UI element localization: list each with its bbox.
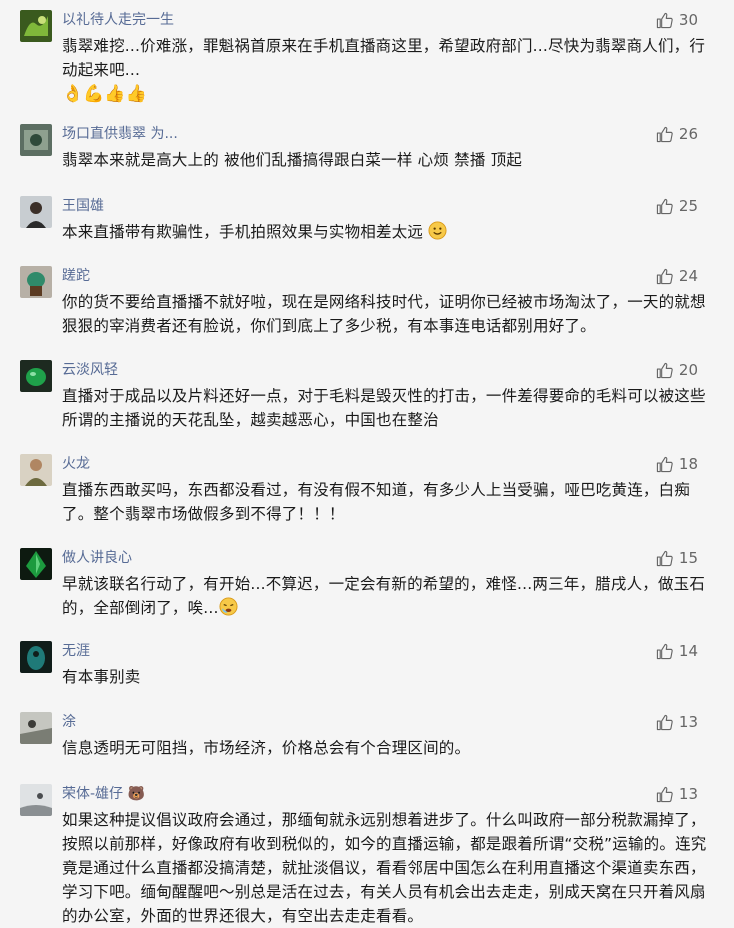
comment-emoji: 👌💪👍👍 <box>62 84 147 104</box>
avatar[interactable] <box>20 196 52 228</box>
like-count: 20 <box>678 361 698 379</box>
comment-text: 有本事别卖 <box>62 668 141 686</box>
comment-author[interactable]: 荣体-雄仔 🐻 <box>62 784 710 804</box>
comment-author[interactable]: 蹉跎 <box>62 266 710 286</box>
comment-text: 翡翠难挖...价难涨，罪魁祸首原来在手机直播商这里，希望政府部门...尽快为翡翠… <box>62 37 706 79</box>
avatar[interactable] <box>20 10 52 42</box>
thumbs-up-icon <box>656 12 673 28</box>
comment-author[interactable]: 无涯 <box>62 641 710 661</box>
like-button[interactable]: 25 <box>656 196 698 216</box>
like-button[interactable]: 30 <box>656 10 698 30</box>
thumbs-up-icon <box>656 198 673 214</box>
thumbs-up-icon <box>656 550 673 566</box>
like-count: 26 <box>678 125 698 143</box>
like-count: 24 <box>678 267 698 285</box>
avatar[interactable] <box>20 454 52 486</box>
comment-text: 翡翠本来就是高大上的 被他们乱播搞得跟白菜一样 心烦 禁播 顶起 <box>62 151 523 169</box>
comment-text: 如果这种提议倡议政府会通过，那缅甸就永远别想着进步了。什么叫政府一部分税款漏掉了… <box>62 811 707 925</box>
comment-item: 荣体-雄仔 🐻 如果这种提议倡议政府会通过，那缅甸就永远别想着进步了。什么叫政府… <box>0 784 734 928</box>
avatar[interactable] <box>20 712 52 744</box>
comment-item: 云淡风轻 直播对于成品以及片料还好一点，对于毛料是毁灭性的打击，一件差得要命的毛… <box>0 360 734 432</box>
thumbs-up-icon <box>656 643 673 659</box>
comment-author[interactable]: 做人讲良心 <box>62 548 710 568</box>
thumbs-up-icon <box>656 126 673 142</box>
comment-item: 涂 信息透明无可阻挡，市场经济，价格总会有个合理区间的。 <box>0 712 734 760</box>
thumbs-up-icon <box>656 268 673 284</box>
comment-text: 你的货不要给直播播不就好啦，现在是网络科技时代，证明你已经被市场淘汰了，一天的就… <box>62 293 706 335</box>
comment-item: 做人讲良心 早就该联名行动了，有开始...不算迟，一定会有新的希望的，难怪...… <box>0 548 734 620</box>
comment-item: 以礼待人走完一生 翡翠难挖...价难涨，罪魁祸首原来在手机直播商这里，希望政府部… <box>0 10 734 106</box>
like-count: 25 <box>678 197 698 215</box>
avatar[interactable] <box>20 548 52 580</box>
like-button[interactable]: 26 <box>656 124 698 144</box>
thumbs-up-icon <box>656 456 673 472</box>
crying-emoji-icon <box>219 597 238 616</box>
like-count: 15 <box>678 549 698 567</box>
comment-text: 直播东西敢买吗，东西都没看过，有没有假不知道，有多少人上当受骗，哑巴吃黄连，白痴… <box>62 481 691 523</box>
comment-text: 直播对于成品以及片料还好一点，对于毛料是毁灭性的打击，一件差得要命的毛料可以被这… <box>62 387 706 429</box>
comment-text: 信息透明无可阻挡，市场经济，价格总会有个合理区间的。 <box>62 739 471 757</box>
comment-item: 王国雄 本来直播带有欺骗性，手机拍照效果与实物相差太远 <box>0 196 734 244</box>
like-count: 13 <box>678 713 698 731</box>
avatar[interactable] <box>20 784 52 816</box>
like-button[interactable]: 14 <box>656 641 698 661</box>
like-count: 30 <box>678 11 698 29</box>
comment-text: 本来直播带有欺骗性，手机拍照效果与实物相差太远 <box>62 220 710 244</box>
comment-item: 火龙 直播东西敢买吗，东西都没看过，有没有假不知道，有多少人上当受骗，哑巴吃黄连… <box>0 454 734 526</box>
like-count: 13 <box>678 785 698 803</box>
avatar[interactable] <box>20 124 52 156</box>
like-count: 14 <box>678 642 698 660</box>
comment-author[interactable]: 云淡风轻 <box>62 360 710 380</box>
comment-item: 蹉跎 你的货不要给直播播不就好啦，现在是网络科技时代，证明你已经被市场淘汰了，一… <box>0 266 734 338</box>
like-button[interactable]: 15 <box>656 548 698 568</box>
like-button[interactable]: 18 <box>656 454 698 474</box>
thumbs-up-icon <box>656 786 673 802</box>
avatar[interactable] <box>20 360 52 392</box>
like-button[interactable]: 13 <box>656 712 698 732</box>
comment-text: 早就该联名行动了，有开始...不算迟，一定会有新的希望的，难怪...两三年，腊戌… <box>62 575 706 617</box>
like-button[interactable]: 20 <box>656 360 698 380</box>
comment-item: 无涯 有本事别卖 <box>0 641 734 689</box>
thumbs-up-icon <box>656 362 673 378</box>
smile-emoji-icon <box>428 221 447 240</box>
avatar[interactable] <box>20 641 52 673</box>
avatar[interactable] <box>20 266 52 298</box>
thumbs-up-icon <box>656 714 673 730</box>
comment-author[interactable]: 王国雄 <box>62 196 710 216</box>
comment-author[interactable]: 涂 <box>62 712 710 732</box>
comment-item: 场口直供翡翠 为... 翡翠本来就是高大上的 被他们乱播搞得跟白菜一样 心烦 禁… <box>0 124 734 172</box>
comment-author[interactable]: 以礼待人走完一生 <box>62 10 710 30</box>
like-button[interactable]: 13 <box>656 784 698 804</box>
like-button[interactable]: 24 <box>656 266 698 286</box>
comment-author[interactable]: 火龙 <box>62 454 710 474</box>
comment-author[interactable]: 场口直供翡翠 为... <box>62 124 710 144</box>
like-count: 18 <box>678 455 698 473</box>
